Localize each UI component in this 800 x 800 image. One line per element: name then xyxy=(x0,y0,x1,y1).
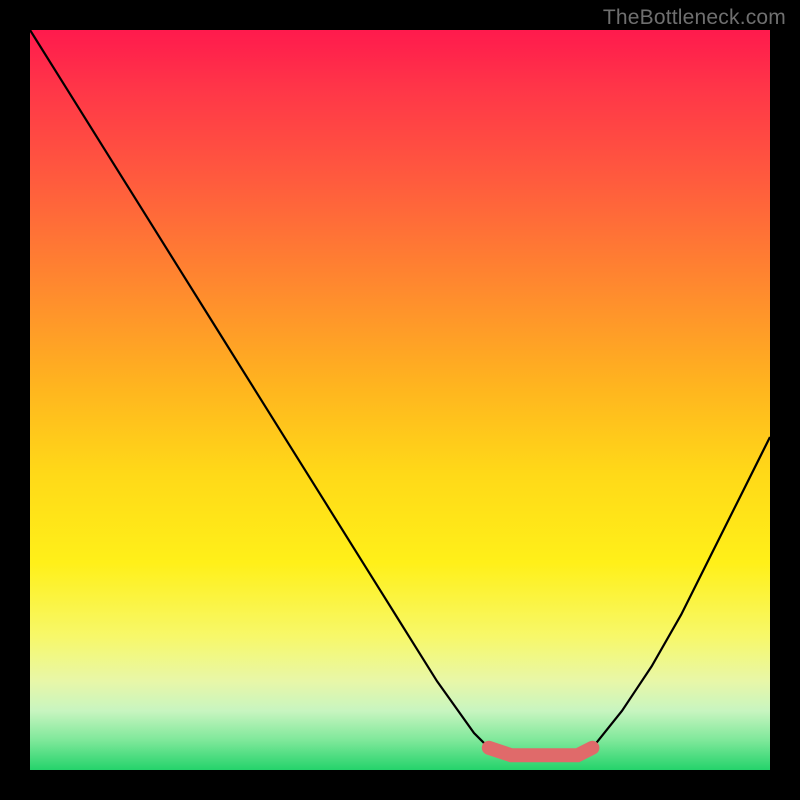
curve-right-ascent xyxy=(592,437,770,748)
curve-left-descent xyxy=(30,30,489,748)
trough-highlight xyxy=(489,748,593,755)
curve-layer xyxy=(30,30,770,770)
watermark-text: TheBottleneck.com xyxy=(603,6,786,30)
chart-frame: TheBottleneck.com xyxy=(0,0,800,800)
plot-area xyxy=(30,30,770,770)
